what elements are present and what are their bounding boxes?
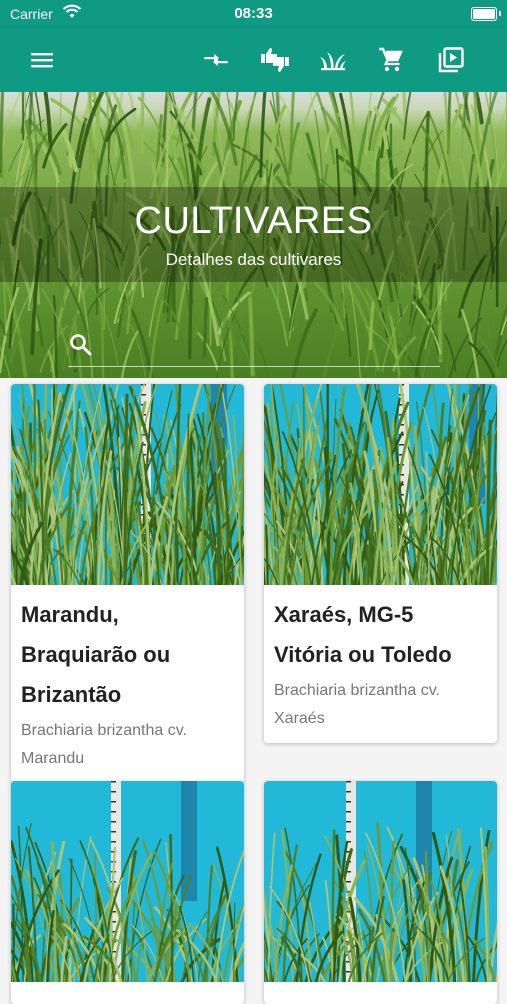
hero-banner: CULTIVARES Detalhes das cultivares	[0, 92, 507, 378]
battery-icon	[471, 7, 497, 21]
cultivar-name	[11, 982, 244, 992]
compare-arrows-icon[interactable]	[200, 44, 232, 76]
cultivar-scientific-name	[11, 992, 244, 1004]
thumbs-up-down-icon[interactable]	[259, 44, 291, 76]
cultivar-photo	[11, 781, 244, 982]
cultivar-name: Xaraés, MG-5 Vitória ou Toledo	[274, 602, 452, 667]
cultivar-card[interactable]: Xaraés, MG-5 Vitória ou Toledo Brachiari…	[264, 384, 497, 743]
search-icon[interactable]	[68, 332, 96, 360]
cultivar-scientific-name	[264, 992, 497, 1004]
video-library-icon[interactable]	[435, 44, 467, 76]
app-bar	[0, 28, 507, 92]
menu-icon[interactable]	[26, 44, 58, 76]
page-title: CULTIVARES	[134, 200, 373, 242]
grass-icon[interactable]	[317, 44, 349, 76]
search-input[interactable]	[68, 366, 440, 367]
cultivar-scientific-name: Brachiaria brizantha cv. Xaraés	[274, 682, 440, 727]
clock: 08:33	[234, 5, 273, 22]
cultivar-photo	[264, 781, 497, 982]
cultivar-card[interactable]: Marandu, Braquiarão ou Brizantão Brachia…	[11, 384, 244, 783]
page-subtitle: Detalhes das cultivares	[165, 250, 342, 269]
cultivar-card[interactable]	[11, 781, 244, 1004]
cultivar-scientific-name: Brachiaria brizantha cv. Marandu	[21, 722, 187, 767]
cultivar-photo	[11, 384, 244, 585]
battery-cap	[499, 11, 501, 16]
cultivar-name: Marandu, Braquiarão ou Brizantão	[21, 602, 171, 707]
cultivar-card[interactable]	[264, 781, 497, 1004]
cultivar-name	[264, 982, 497, 992]
shopping-cart-icon[interactable]	[375, 44, 407, 76]
cultivar-photo	[264, 384, 497, 585]
status-bar: Carrier 08:33	[0, 0, 507, 28]
